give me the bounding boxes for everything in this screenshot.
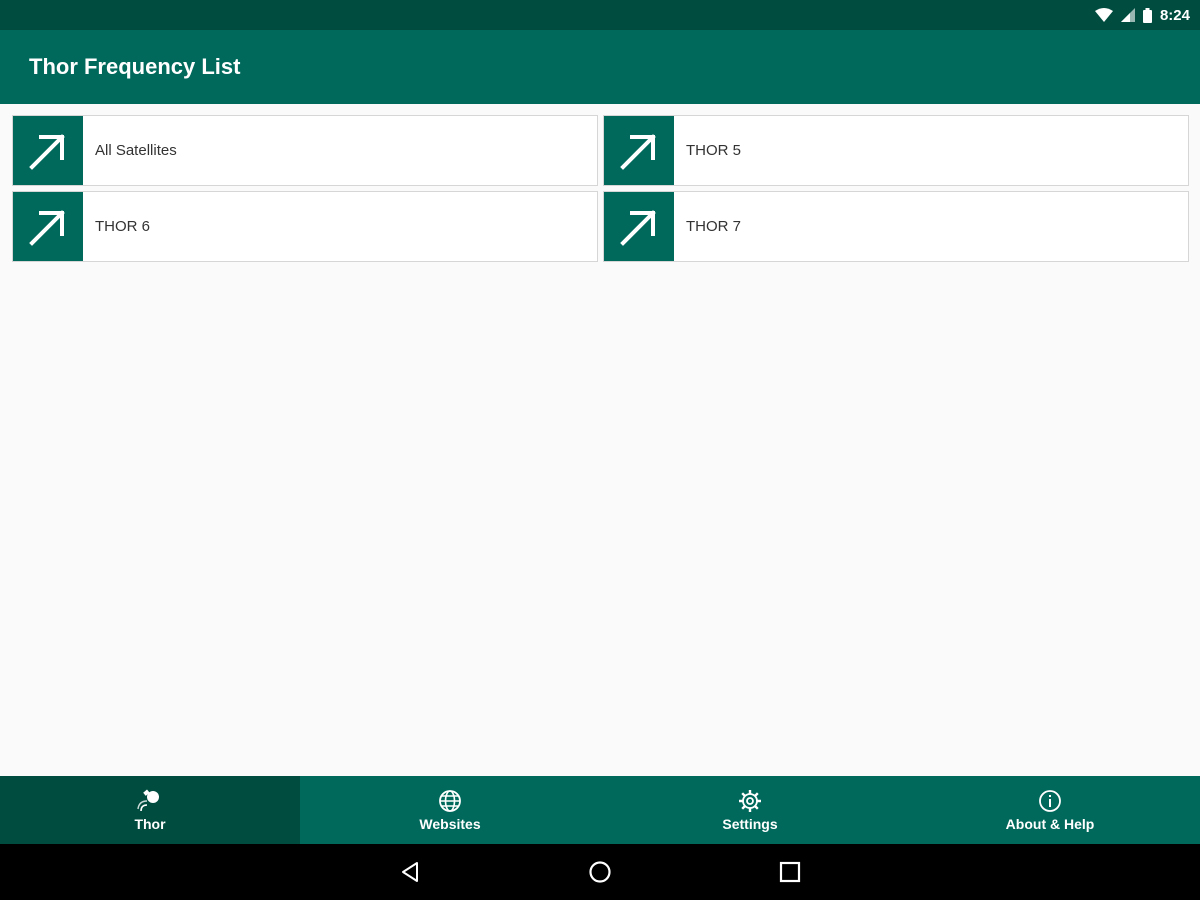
arrow-up-right-icon [13,116,83,185]
wifi-icon [1094,8,1113,22]
home-icon[interactable] [580,852,620,892]
arrow-up-right-icon [604,192,674,261]
tile-label: THOR 5 [686,142,742,159]
info-icon [1039,789,1061,812]
battery-icon [1142,7,1152,23]
tile-thor-7[interactable]: THOR 7 [603,191,1189,262]
system-navigation-bar [0,844,1200,900]
signal-icon [1120,8,1135,22]
gear-icon [739,789,761,812]
tile-all-satellites[interactable]: All Satellites [12,115,598,186]
tile-thor-5[interactable]: THOR 5 [603,115,1189,186]
tile-label: THOR 7 [686,218,742,235]
tile-label: All Satellites [95,142,177,159]
nav-item-thor[interactable]: Thor [0,776,300,844]
satellite-grid: All Satellites THOR 5 THOR 6 THOR 7 [12,115,1189,262]
nav-item-settings[interactable]: Settings [600,776,900,844]
recents-icon[interactable] [770,852,810,892]
arrow-up-right-icon [604,116,674,185]
tile-label: THOR 6 [95,218,151,235]
back-icon[interactable] [390,852,430,892]
nav-item-label: Settings [722,815,778,832]
app-bar: Thor Frequency List [0,30,1200,104]
status-time: 8:24 [1159,6,1190,24]
nav-item-label: About & Help [1005,815,1095,832]
page-title: Thor Frequency List [29,54,241,79]
nav-item-label: Websites [419,815,481,832]
tile-thor-6[interactable]: THOR 6 [12,191,598,262]
bottom-navigation: Thor Websites Settings About & Help [0,776,1200,844]
arrow-up-right-icon [13,192,83,261]
satellite-icon [137,789,159,811]
main-content: All Satellites THOR 5 THOR 6 THOR 7 [0,104,1200,776]
nav-item-websites[interactable]: Websites [300,776,600,844]
status-bar: 8:24 [0,0,1200,30]
nav-item-about-help[interactable]: About & Help [900,776,1200,844]
globe-icon [439,789,461,812]
nav-item-label: Thor [134,815,166,832]
